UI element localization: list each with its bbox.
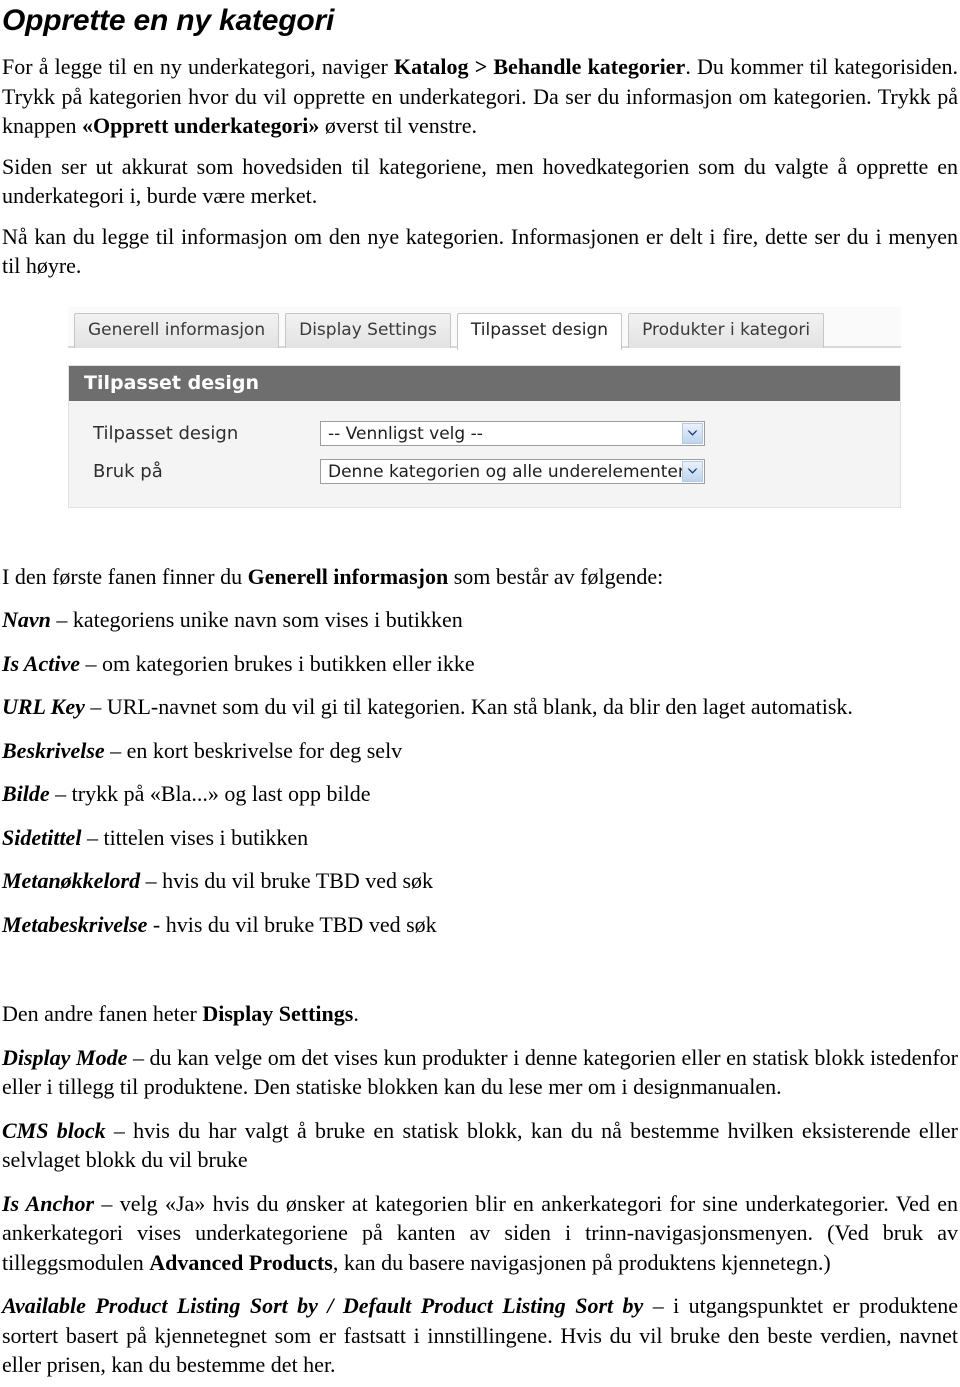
- advanced-products-bold: Advanced Products: [149, 1249, 333, 1275]
- panel: Tilpasset design Tilpasset design -- Ven…: [68, 364, 901, 508]
- desc-is-active: – om kategorien brukes i butikken eller …: [80, 650, 475, 676]
- field-label-bruk-pa: Bruk på: [93, 460, 163, 482]
- chevron-down-icon[interactable]: [682, 461, 703, 482]
- field-row-bruk-pa: Bruk på Denne kategorien og alle underel…: [69, 453, 900, 491]
- list-item-metanokkelord: Metanøkkelord – hvis du vil bruke TBD ve…: [0, 866, 960, 896]
- term-bilde: Bilde: [2, 781, 50, 806]
- term-cms-block: CMS block: [2, 1117, 106, 1143]
- desc-bilde: – trykk på «Bla...» og last opp bilde: [49, 781, 371, 806]
- list-item-cms-block: CMS block – hvis du har valgt å bruke en…: [0, 1116, 960, 1175]
- term-navn: Navn: [2, 607, 51, 632]
- chevron-down-icon[interactable]: [682, 423, 703, 444]
- tab-produkter-i-kategori[interactable]: Produkter i kategori: [628, 312, 825, 348]
- desc-display-mode: – du kan velge om det vises kun produkte…: [2, 1044, 958, 1100]
- panel-fields: Tilpasset design -- Vennligst velg -- Br…: [69, 400, 900, 507]
- first-tab-text-a: I den første fanen finner du: [2, 563, 248, 589]
- term-metabeskrivelse: Metabeskrivelse: [2, 911, 148, 937]
- desc-cms-block: – hvis du har valgt å bruke en statisk b…: [2, 1117, 958, 1173]
- paragraph-intro-2: Siden ser ut akkurat som hovedsiden til …: [2, 153, 958, 209]
- desc-url-key: – URL-navnet som du vil gi til kategorie…: [84, 694, 853, 719]
- term-beskrivelse: Beskrivelse: [2, 737, 105, 763]
- term-display-mode: Display Mode: [2, 1044, 128, 1070]
- list-item-is-active: Is Active – om kategorien brukes i butik…: [0, 649, 960, 679]
- tab-bar: Generell informasjon Display Settings Ti…: [68, 306, 901, 350]
- list-item-is-anchor: Is Anchor – velg «Ja» hvis du ønsker at …: [0, 1189, 960, 1278]
- desc-sidetittel: – tittelen vises i butikken: [81, 824, 309, 850]
- term-is-active: Is Active: [2, 650, 80, 676]
- list-item-beskrivelse: Beskrivelse – en kort beskrivelse for de…: [0, 736, 960, 766]
- desc-beskrivelse: – en kort beskrivelse for deg selv: [104, 737, 403, 763]
- desc-navn: – kategoriens unike navn som vises i but…: [50, 607, 463, 632]
- list-item-navn: Navn – kategoriens unike navn som vises …: [0, 605, 960, 635]
- field-row-tilpasset-design: Tilpasset design -- Vennligst velg --: [69, 415, 900, 453]
- paragraph-second-tab: Den andre fanen heter Display Settings.: [0, 999, 960, 1029]
- display-settings-bold: Display Settings: [202, 1001, 354, 1026]
- list-item-url-key: URL Key – URL-navnet som du vil gi til k…: [0, 692, 960, 722]
- list-item-metabeskrivelse: Metabeskrivelse - hvis du vil bruke TBD …: [0, 910, 960, 940]
- page-title: Opprette en ny kategori: [2, 4, 335, 37]
- select-value-tilpasset-design: -- Vennligst velg --: [328, 423, 483, 444]
- second-tab-text-c: .: [353, 1001, 359, 1026]
- first-tab-text-c: som består av følgende:: [448, 563, 664, 589]
- desc-is-anchor-b: , kan du basere navigasjonen på produkte…: [332, 1249, 831, 1275]
- panel-heading: Tilpasset design: [69, 365, 900, 401]
- select-bruk-pa[interactable]: Denne kategorien og alle underelementer: [320, 459, 705, 484]
- select-tilpasset-design[interactable]: -- Vennligst velg --: [320, 421, 705, 446]
- list-item-display-mode: Display Mode – du kan velge om det vises…: [0, 1043, 960, 1102]
- term-metanokkelord: Metanøkkelord: [2, 868, 141, 893]
- nav-path-bold: Katalog > Behandle kategorier: [393, 54, 686, 79]
- field-label-tilpasset-design: Tilpasset design: [93, 422, 239, 444]
- select-value-bruk-pa: Denne kategorien og alle underelementer: [328, 461, 685, 482]
- button-name-bold: «Opprett underkategori»: [82, 113, 320, 138]
- term-url-key: URL Key: [2, 694, 85, 719]
- desc-metanokkelord: – hvis du vil bruke TBD ved søk: [140, 868, 434, 893]
- list-item-sort-by: Available Product Listing Sort by / Defa…: [0, 1291, 960, 1380]
- list-item-bilde: Bilde – trykk på «Bla...» og last opp bi…: [0, 779, 960, 809]
- paragraph-intro-3: Nå kan du legge til informasjon om den n…: [2, 223, 958, 279]
- tab-display-settings[interactable]: Display Settings: [285, 312, 451, 348]
- term-sidetittel: Sidetittel: [2, 824, 82, 850]
- tab-tilpasset-design[interactable]: Tilpasset design: [456, 312, 623, 350]
- term-is-anchor: Is Anchor: [2, 1190, 95, 1216]
- term-sort-by: Available Product Listing Sort by / Defa…: [2, 1293, 644, 1318]
- tab-generell-informasjon[interactable]: Generell informasjon: [74, 312, 280, 348]
- paragraph-first-tab: I den første fanen finner du Generell in…: [0, 562, 960, 592]
- list-item-sidetittel: Sidetittel – tittelen vises i butikken: [0, 823, 960, 853]
- intro-text-e: øverst til venstre.: [319, 113, 477, 138]
- document-page: Opprette en ny kategori For å legge til …: [0, 0, 960, 1387]
- embedded-admin-screenshot: Generell informasjon Display Settings Ti…: [68, 306, 901, 522]
- intro-text-a: For å legge til en ny underkategori, nav…: [2, 54, 394, 79]
- general-info-bold: Generell informasjon: [247, 563, 449, 589]
- paragraph-intro-1: For å legge til en ny underkategori, nav…: [0, 52, 960, 141]
- second-tab-text-a: Den andre fanen heter: [2, 1001, 203, 1026]
- desc-metabeskrivelse: - hvis du vil bruke TBD ved søk: [147, 911, 437, 937]
